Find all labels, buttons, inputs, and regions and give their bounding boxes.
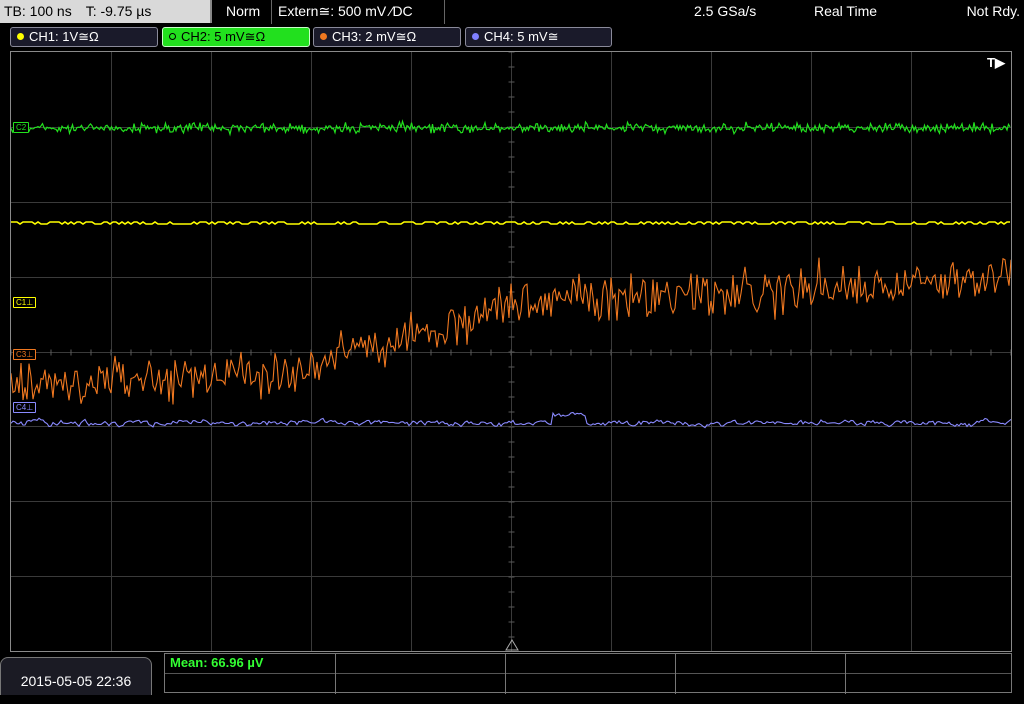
- run-state: Not Rdy.: [966, 3, 1020, 19]
- ch3-dot-icon: [320, 33, 327, 40]
- channel-bar: CH1: 1V≅Ω CH2: 5 mV≅Ω CH3: 2 mV≅Ω CH4: 5…: [0, 25, 1024, 49]
- trigger-time-value: T: -9.75 µs: [85, 3, 152, 19]
- tab-ch4[interactable]: CH4: 5 mV≅: [465, 27, 612, 47]
- timebase-value: TB: 100 ns: [4, 3, 72, 19]
- divider: [675, 654, 676, 694]
- ch2-label: CH2: 5 mV≅Ω: [181, 29, 266, 44]
- measurement-panel[interactable]: Mean: 66.96 µV: [164, 653, 1012, 694]
- ch1-trace: [11, 221, 1010, 225]
- ch4-label: CH4: 5 mV≅: [484, 29, 559, 44]
- mean-measurement: Mean: 66.96 µV: [170, 655, 264, 670]
- ch3-label: CH3: 2 mV≅Ω: [332, 29, 417, 44]
- ch4-dot-icon: [472, 33, 479, 40]
- sample-rate[interactable]: 2.5 GSa/s: [694, 0, 756, 23]
- ch4-offset-marker[interactable]: C4⊥: [13, 402, 37, 413]
- tab-ch3[interactable]: CH3: 2 mV≅Ω: [313, 27, 461, 47]
- footer: 2015-05-05 22:36 Mean: 66.96 µV: [0, 653, 1024, 695]
- ch3-offset-marker[interactable]: C3⊥: [13, 349, 37, 360]
- divider: [165, 673, 1011, 674]
- waveform-canvas: [11, 52, 1011, 651]
- status-bar: TB: 100 ns T: -9.75 µs Norm Extern≅: 500 …: [0, 0, 1024, 24]
- divider: [444, 0, 445, 24]
- ch1-label: CH1: 1V≅Ω: [29, 29, 99, 44]
- ch1-dot-icon: [17, 33, 24, 40]
- ch1-offset-marker[interactable]: C1⊥: [13, 297, 37, 308]
- ch2-dot-icon: [169, 33, 176, 40]
- datetime-display: 2015-05-05 22:36: [0, 657, 152, 695]
- divider: [271, 0, 272, 24]
- timebase-panel[interactable]: TB: 100 ns T: -9.75 µs: [0, 0, 212, 23]
- trigger-arrow-icon: T▶: [987, 55, 1005, 70]
- tab-ch1[interactable]: CH1: 1V≅Ω: [10, 27, 158, 47]
- trigger-source[interactable]: Extern≅: 500 mV ⁄DC: [278, 0, 413, 23]
- trigger-mode[interactable]: Norm: [226, 0, 260, 23]
- ch2-offset-marker[interactable]: C2: [13, 122, 30, 133]
- acquisition-mode[interactable]: Real Time: [814, 0, 877, 23]
- divider: [335, 654, 336, 694]
- divider: [505, 654, 506, 694]
- waveform-display[interactable]: T▶ C2 C1⊥ C3⊥ C4⊥: [10, 51, 1012, 652]
- tab-ch2[interactable]: CH2: 5 mV≅Ω: [162, 27, 310, 47]
- divider: [845, 654, 846, 694]
